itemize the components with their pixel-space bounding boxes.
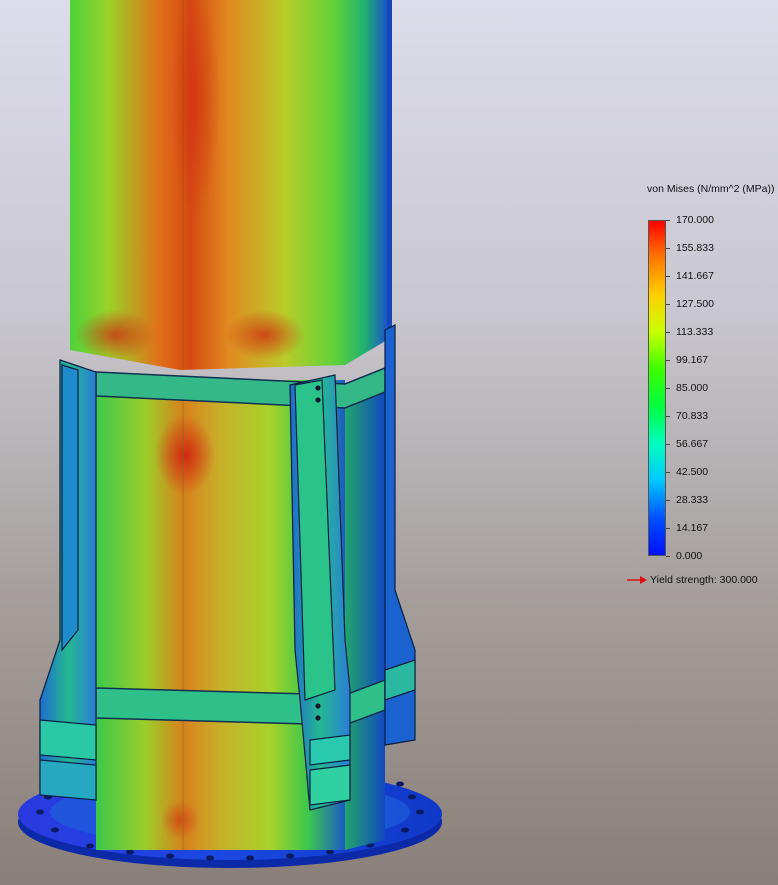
legend-tick-mark [666, 276, 670, 277]
legend-tick-mark [666, 248, 670, 249]
legend-tick-label: 99.167 [676, 354, 709, 366]
legend-tick-mark [666, 360, 670, 361]
legend-tick-mark [666, 556, 670, 557]
legend-tick-label: 0.000 [676, 550, 703, 562]
legend-tick-label: 170.000 [676, 214, 714, 226]
legend-tick-label: 42.500 [676, 466, 709, 478]
colorbar [648, 220, 666, 556]
legend-tick-mark [666, 472, 670, 473]
yield-strength-label: Yield strength: 300.000 [650, 574, 758, 586]
legend-tick-label: 14.167 [676, 522, 709, 534]
legend-tick-mark [666, 332, 670, 333]
yield-strength: Yield strength: 300.000 [626, 574, 758, 586]
tower-shell [70, 0, 392, 370]
legend-tick-mark [666, 444, 670, 445]
legend-tick-label: 56.667 [676, 438, 709, 450]
legend-tick-label: 85.000 [676, 382, 709, 394]
legend-tick-label: 141.667 [676, 270, 714, 282]
legend-tick-mark [666, 304, 670, 305]
legend-tick-mark [666, 388, 670, 389]
arrow-right-icon [627, 576, 647, 584]
legend-title: von Mises (N/mm^2 (MPa)) [647, 183, 775, 195]
legend-tick-mark [666, 220, 670, 221]
legend-tick-label: 127.500 [676, 298, 714, 310]
legend-tick-mark [666, 528, 670, 529]
legend-tick-label: 113.333 [676, 326, 714, 338]
legend-tick-label: 70.833 [676, 410, 709, 422]
legend-tick-label: 155.833 [676, 242, 714, 254]
legend-tick-label: 28.333 [676, 494, 709, 506]
legend-tick-mark [666, 416, 670, 417]
legend-tick-mark [666, 500, 670, 501]
stress-legend: von Mises (N/mm^2 (MPa)) 170.000 155.833 1… [620, 180, 778, 600]
